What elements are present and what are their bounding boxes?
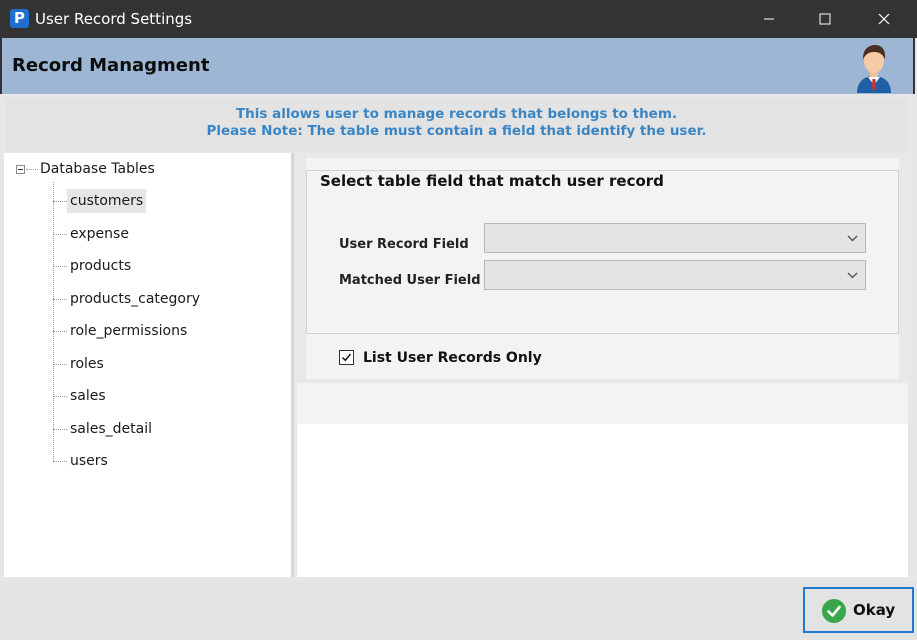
okay-button-label: Okay — [853, 601, 896, 619]
tree-connector — [53, 461, 67, 462]
page-title: Record Managment — [12, 55, 210, 76]
panel-band — [297, 383, 908, 424]
user-record-field-select[interactable] — [484, 223, 866, 253]
tree-connector — [53, 299, 67, 300]
window-title: User Record Settings — [35, 10, 193, 28]
tree-item-label: roles — [70, 356, 104, 372]
info-line-2: Please Note: The table must contain a fi… — [206, 123, 707, 139]
minimize-button[interactable] — [740, 0, 798, 38]
tree-item-label: role_permissions — [70, 323, 188, 339]
list-user-records-only-checkbox[interactable] — [339, 350, 354, 365]
tree-connector — [53, 364, 67, 365]
group-title: Select table field that match user recor… — [316, 172, 668, 190]
info-banner: This allows user to manage records that … — [5, 99, 908, 152]
chevron-down-icon — [847, 272, 858, 279]
header-band: Record Managment — [0, 38, 915, 94]
ok-check-icon — [822, 599, 846, 623]
app-logo-icon: P — [10, 9, 29, 28]
list-user-records-only-label: List User Records Only — [363, 350, 542, 366]
maximize-icon — [819, 13, 831, 25]
matched-user-field-select[interactable] — [484, 260, 866, 290]
tree-item-label: sales_detail — [70, 421, 153, 437]
checkmark-icon — [341, 353, 352, 362]
tree-connector — [53, 266, 67, 267]
tree-item-label: products_category — [70, 291, 201, 307]
tree-connector — [53, 234, 67, 235]
close-icon — [878, 13, 890, 25]
dialog-footer: Okay — [0, 581, 917, 640]
tree-item-label: sales — [70, 388, 106, 404]
database-tables-tree[interactable]: Database Tables customers expense produc… — [4, 153, 294, 577]
settings-panel: Select table field that match user recor… — [297, 153, 908, 577]
collapse-icon[interactable] — [16, 165, 25, 174]
tree-item-label: customers — [67, 189, 147, 213]
tree-connector — [53, 429, 67, 430]
chevron-down-icon — [847, 235, 858, 242]
okay-button[interactable]: Okay — [803, 587, 914, 633]
tree-connector — [53, 396, 67, 397]
tree-root-label: Database Tables — [40, 161, 155, 177]
tree-item-label: expense — [70, 226, 129, 242]
tree-connector — [53, 201, 67, 202]
user-avatar-icon — [857, 45, 891, 93]
tree-connector — [53, 331, 67, 332]
settings-group: Select table field that match user recor… — [306, 158, 899, 379]
window-titlebar: P User Record Settings — [0, 0, 917, 38]
tree-connector — [53, 182, 54, 461]
minimize-icon — [764, 18, 774, 20]
info-line-1: This allows user to manage records that … — [235, 106, 678, 122]
close-button[interactable] — [855, 0, 913, 38]
tree-connector — [26, 169, 38, 170]
maximize-button[interactable] — [796, 0, 854, 38]
panel-body — [297, 424, 908, 577]
matched-user-field-label: Matched User Field — [339, 273, 481, 288]
tree-item-label: products — [70, 258, 132, 274]
user-record-field-label: User Record Field — [339, 237, 469, 252]
tree-item-label: users — [70, 453, 108, 469]
